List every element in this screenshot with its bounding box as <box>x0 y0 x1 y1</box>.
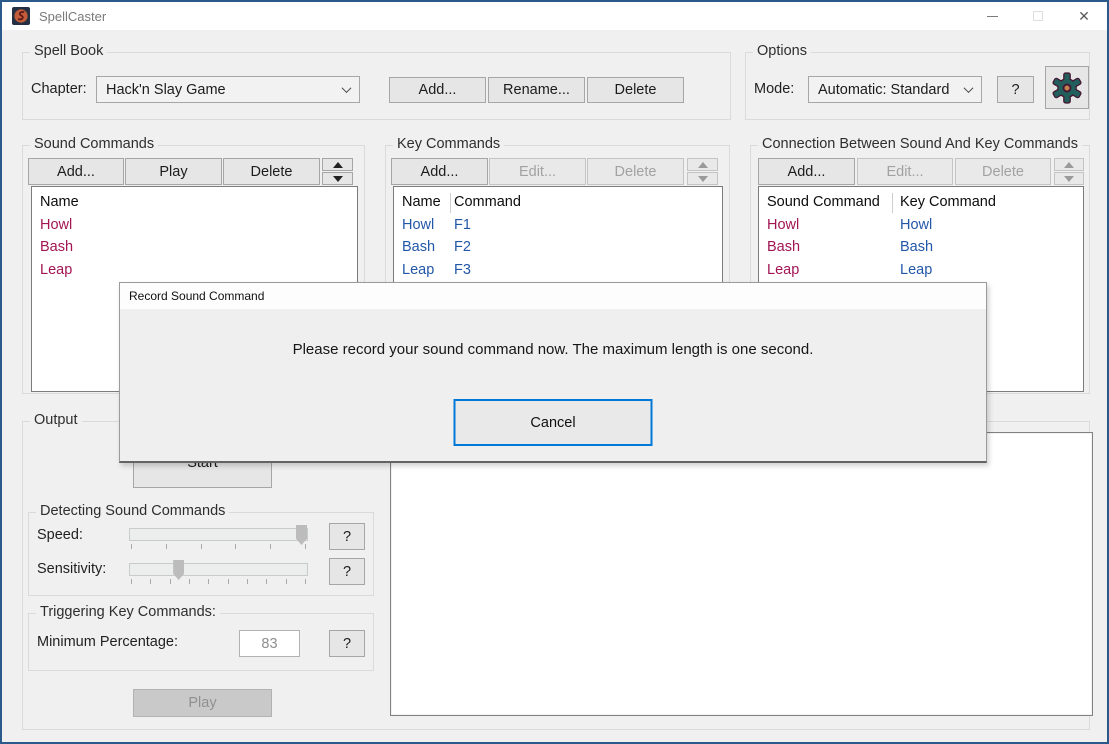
dialog-titlebar[interactable]: Record Sound Command <box>120 283 986 309</box>
percentage-help-button[interactable]: ? <box>329 630 365 657</box>
close-icon: ✕ <box>1078 9 1090 23</box>
app-icon <box>12 7 30 25</box>
triggering-group-label: Triggering Key Commands: <box>36 604 220 620</box>
options-group-label: Options <box>753 43 811 59</box>
connection-list-header: Sound CommandKey Command <box>759 191 1083 214</box>
connection-delete-button: Delete <box>955 158 1051 185</box>
maximize-icon <box>1033 11 1043 21</box>
window-title: SpellCaster <box>39 9 106 24</box>
table-row[interactable]: HowlF1 <box>394 214 722 237</box>
speed-label: Speed: <box>37 527 83 543</box>
minimum-percentage-label: Minimum Percentage: <box>37 634 178 650</box>
detecting-group-label: Detecting Sound Commands <box>36 503 229 519</box>
column-divider <box>892 193 893 213</box>
column-divider <box>450 193 451 213</box>
slider-thumb[interactable] <box>173 560 184 580</box>
chapter-rename-button[interactable]: Rename... <box>488 77 585 103</box>
up-arrow-icon <box>333 162 343 168</box>
triggering-group: Triggering Key Commands: Minimum Percent… <box>28 613 374 671</box>
dialog-message: Please record your sound command now. Th… <box>120 341 986 358</box>
table-row[interactable]: LeapLeap <box>759 259 1083 282</box>
chevron-down-icon <box>964 83 974 93</box>
move-down-button <box>687 172 718 185</box>
up-arrow-icon <box>698 162 708 168</box>
list-item[interactable]: Bash <box>32 236 357 259</box>
minimize-icon <box>987 16 998 17</box>
spell-book-group-label: Spell Book <box>30 43 107 59</box>
gear-icon <box>1051 72 1083 104</box>
chapter-combobox[interactable]: Hack'n Slay Game <box>96 76 360 103</box>
cancel-button[interactable]: Cancel <box>454 399 653 446</box>
chapter-label: Chapter: <box>31 81 87 97</box>
app-window: SpellCaster ✕ Spell Book Chapter: Hack'n… <box>0 0 1109 744</box>
down-arrow-icon <box>1064 176 1074 182</box>
table-row[interactable]: BashBash <box>759 236 1083 259</box>
key-edit-button: Edit... <box>489 158 586 185</box>
minimum-percentage-field[interactable] <box>239 630 300 657</box>
move-down-button <box>1054 172 1084 185</box>
record-sound-dialog: Record Sound Command Please record your … <box>119 282 987 463</box>
chevron-down-icon <box>342 83 352 93</box>
key-commands-group-label: Key Commands <box>393 136 504 152</box>
spell-book-group: Spell Book Chapter: Hack'n Slay Game Add… <box>22 52 731 120</box>
sound-play-button[interactable]: Play <box>125 158 222 185</box>
connection-add-button[interactable]: Add... <box>758 158 855 185</box>
key-reorder-spinner <box>687 158 718 185</box>
output-group: Output Start Detecting Sound Commands Sp… <box>22 421 1090 730</box>
titlebar[interactable]: SpellCaster ✕ <box>2 2 1107 30</box>
output-play-button: Play <box>133 689 272 717</box>
move-up-button <box>687 158 718 171</box>
move-up-button <box>1054 158 1084 171</box>
sound-delete-button[interactable]: Delete <box>223 158 320 185</box>
minimize-button[interactable] <box>969 2 1015 30</box>
sound-list-header: Name <box>32 191 357 214</box>
sound-reorder-spinner <box>322 158 353 185</box>
mode-value: Automatic: Standard <box>818 82 965 98</box>
connection-group-label: Connection Between Sound And Key Command… <box>758 136 1082 152</box>
sensitivity-help-button[interactable]: ? <box>329 558 365 585</box>
sound-commands-group-label: Sound Commands <box>30 136 158 152</box>
sensitivity-ticks <box>131 579 306 584</box>
down-arrow-icon <box>333 176 343 182</box>
output-group-label: Output <box>30 412 82 428</box>
speed-help-button[interactable]: ? <box>329 523 365 550</box>
chapter-delete-button[interactable]: Delete <box>587 77 684 103</box>
down-arrow-icon <box>698 176 708 182</box>
list-item[interactable]: Howl <box>32 214 357 237</box>
up-arrow-icon <box>1064 162 1074 168</box>
options-group: Options Mode: Automatic: Standard ? <box>745 52 1090 120</box>
key-list-header: NameCommand <box>394 191 722 214</box>
move-up-button[interactable] <box>322 158 353 171</box>
chapter-add-button[interactable]: Add... <box>389 77 486 103</box>
key-delete-button: Delete <box>587 158 684 185</box>
key-add-button[interactable]: Add... <box>391 158 488 185</box>
sensitivity-slider[interactable] <box>129 563 308 576</box>
mode-combobox[interactable]: Automatic: Standard <box>808 76 982 103</box>
sensitivity-label: Sensitivity: <box>37 561 106 577</box>
speed-slider[interactable] <box>129 528 308 541</box>
move-down-button[interactable] <box>322 172 353 185</box>
list-item[interactable]: Leap <box>32 259 357 282</box>
table-row[interactable]: HowlHowl <box>759 214 1083 237</box>
chapter-value: Hack'n Slay Game <box>106 82 343 98</box>
sound-add-button[interactable]: Add... <box>28 158 124 185</box>
connection-edit-button: Edit... <box>857 158 953 185</box>
output-textarea[interactable] <box>390 432 1093 716</box>
dialog-title: Record Sound Command <box>129 289 264 303</box>
mode-label: Mode: <box>754 81 794 97</box>
maximize-button <box>1015 2 1061 30</box>
slider-thumb[interactable] <box>296 525 307 545</box>
close-button[interactable]: ✕ <box>1061 2 1107 30</box>
detecting-group: Detecting Sound Commands Speed: ? Sensit… <box>28 512 374 596</box>
connection-reorder-spinner <box>1054 158 1084 185</box>
table-row[interactable]: BashF2 <box>394 236 722 259</box>
mode-help-button[interactable]: ? <box>997 76 1034 103</box>
table-row[interactable]: LeapF3 <box>394 259 722 282</box>
settings-button[interactable] <box>1045 66 1089 109</box>
speed-ticks <box>131 544 306 549</box>
